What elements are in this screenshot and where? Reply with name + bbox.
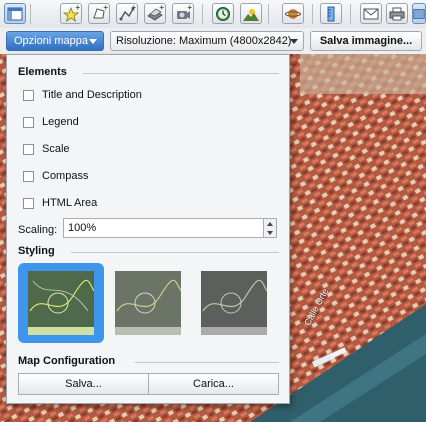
checkbox[interactable] (23, 143, 34, 155)
checkbox-label: Title and Description (42, 89, 142, 101)
resolution-value: Risoluzione: Maximum (4800x2842) (116, 35, 292, 47)
map-options-panel: Elements Title and Description Legend Sc… (6, 54, 290, 404)
load-config-button[interactable]: Carica... (148, 373, 279, 395)
planets-icon[interactable] (282, 3, 304, 24)
style-preview (201, 271, 267, 335)
save-image-icon[interactable] (412, 3, 426, 24)
divider (83, 73, 279, 74)
scaling-input[interactable]: 100% (63, 218, 267, 238)
image-options-bar: Opzioni mappa Risoluzione: Maximum (4800… (0, 28, 426, 54)
resolution-select[interactable]: Risoluzione: Maximum (4800x2842) (110, 31, 304, 51)
divider (71, 252, 279, 253)
styling-title: Styling (18, 245, 55, 257)
map-options-button[interactable]: Opzioni mappa (6, 31, 104, 51)
ruler-icon[interactable] (320, 3, 342, 24)
scaling-stepper[interactable] (263, 218, 277, 238)
add-placemark-icon[interactable]: + (60, 3, 82, 24)
scaling-label: Scaling: (18, 224, 58, 236)
style-option-gray[interactable] (191, 263, 277, 343)
divider (135, 362, 279, 363)
checkbox[interactable] (23, 116, 34, 128)
checkbox-compass[interactable]: Compass (23, 168, 88, 184)
checkbox-label: HTML Area (42, 197, 98, 209)
load-config-label: Carica... (193, 378, 234, 390)
sunlight-icon[interactable] (240, 3, 262, 24)
save-image-label: Salva immagine... (319, 35, 413, 47)
style-preview (115, 271, 181, 335)
style-option-muted[interactable] (105, 263, 191, 343)
chevron-down-icon[interactable] (267, 231, 273, 235)
historical-imagery-icon[interactable] (212, 3, 234, 24)
checkbox[interactable] (23, 197, 34, 209)
print-icon[interactable] (386, 3, 408, 24)
checkbox-label: Legend (42, 116, 79, 128)
layout-icon[interactable] (4, 3, 26, 24)
style-preview (28, 271, 94, 335)
elements-title: Elements (18, 66, 67, 78)
scaling-value: 100% (68, 222, 97, 234)
map-options-label: Opzioni mappa (14, 35, 88, 47)
add-path-icon[interactable]: + (116, 3, 138, 24)
checkbox-title-description[interactable]: Title and Description (23, 87, 142, 103)
email-icon[interactable] (360, 3, 382, 24)
chevron-down-icon (290, 39, 298, 44)
add-polygon-icon[interactable]: + (88, 3, 110, 24)
checkbox-legend[interactable]: Legend (23, 114, 79, 130)
chevron-down-icon (89, 39, 97, 44)
checkbox-label: Compass (42, 170, 89, 182)
checkbox-html-area[interactable]: HTML Area (23, 195, 97, 211)
save-config-label: Salva... (65, 378, 102, 390)
toolbar: + + + + + (0, 0, 426, 29)
map-configuration-title: Map Configuration (18, 355, 116, 367)
style-option-color[interactable] (18, 263, 104, 343)
save-config-button[interactable]: Salva... (18, 373, 149, 395)
checkbox[interactable] (23, 89, 34, 101)
add-tour-icon[interactable]: + (172, 3, 194, 24)
add-overlay-icon[interactable]: + (144, 3, 166, 24)
checkbox-label: Scale (42, 143, 70, 155)
checkbox-scale[interactable]: Scale (23, 141, 70, 157)
checkbox[interactable] (23, 170, 34, 182)
chevron-up-icon[interactable] (267, 222, 273, 226)
save-image-button[interactable]: Salva immagine... (310, 31, 422, 51)
